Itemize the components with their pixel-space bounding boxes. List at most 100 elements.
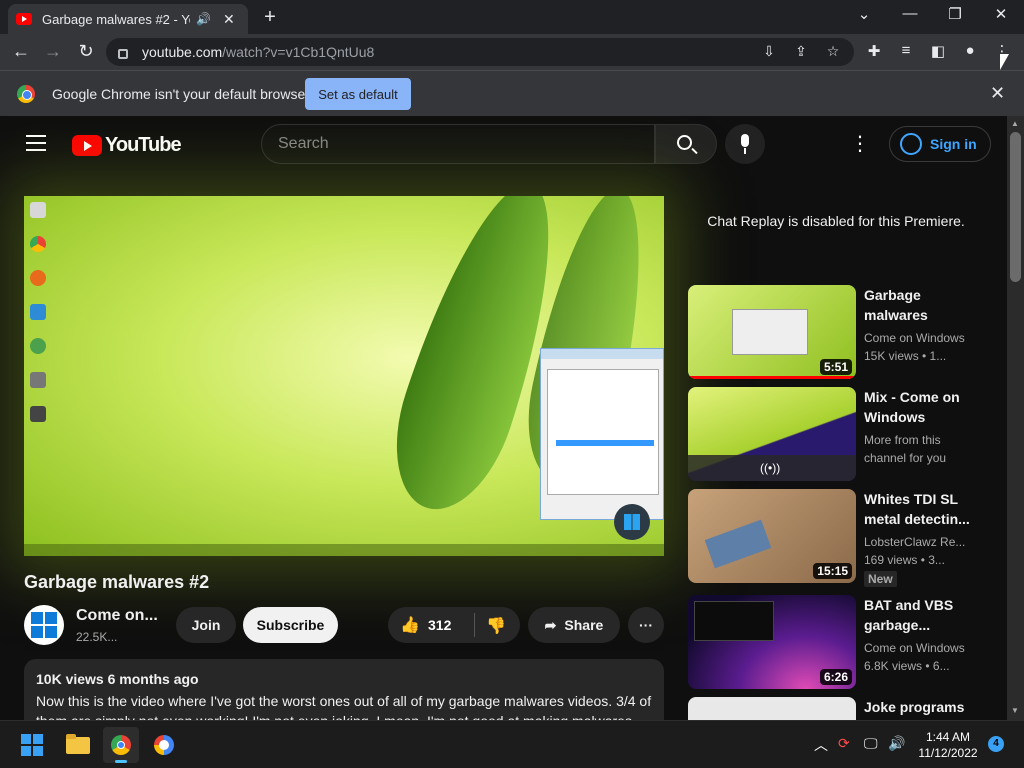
desktop-app-icon bbox=[30, 338, 46, 354]
voice-search-button[interactable] bbox=[725, 124, 765, 164]
back-button[interactable]: ← bbox=[10, 41, 32, 62]
video-duration: 5:51 bbox=[819, 359, 852, 375]
recommendation-thumbnail[interactable]: 15:15 bbox=[688, 489, 856, 583]
volume-icon[interactable]: 🔊 bbox=[888, 735, 905, 752]
desktop-app-icon bbox=[30, 270, 46, 286]
user-circle-icon bbox=[900, 133, 922, 155]
url-path: /watch?v=v1Cb1QntUu8 bbox=[222, 44, 375, 60]
recommendation-meta: 6.8K views • 6... bbox=[864, 659, 950, 673]
youtube-page: YouTube ⋮ Sign in Garbage malwares #2 Co… bbox=[0, 116, 1007, 720]
recommendation-item[interactable]: Joke programs bbox=[688, 697, 988, 720]
youtube-logo[interactable]: YouTube bbox=[72, 134, 182, 157]
channel-avatar[interactable] bbox=[24, 605, 64, 645]
properties-window bbox=[540, 348, 664, 520]
recommendation-channel: Come on Windows bbox=[864, 331, 965, 345]
profile-icon[interactable]: ● bbox=[960, 42, 980, 59]
chrome-taskbar-icon[interactable] bbox=[103, 727, 139, 763]
recommendation-thumbnail[interactable]: 5:51 bbox=[688, 285, 856, 379]
browser-tab[interactable]: Garbage malwares #2 - YouTube 🔊 ✕ bbox=[8, 4, 248, 34]
recommendation-item[interactable]: 15:15 Whites TDI SL metal detectin... Lo… bbox=[688, 489, 988, 587]
windows-logo-icon bbox=[31, 612, 57, 638]
sync-update-icon[interactable]: ⟳ bbox=[838, 735, 850, 752]
settings-kebab-icon[interactable]: ⋮ bbox=[850, 132, 870, 156]
recommendation-title[interactable]: BAT and VBS garbage... bbox=[864, 595, 984, 635]
new-tab-button[interactable]: + bbox=[258, 6, 282, 29]
side-panel-icon[interactable]: ◧ bbox=[928, 42, 948, 60]
video-taskbar-strip bbox=[24, 544, 664, 556]
desktop-app-icon bbox=[30, 304, 46, 320]
url-host: youtube.com bbox=[142, 44, 223, 60]
file-explorer-icon[interactable] bbox=[60, 727, 96, 763]
tab-search-chevron-icon[interactable]: ⌄ bbox=[852, 5, 876, 23]
recommendation-item[interactable]: ((•)) Mix - Come on Windows More from th… bbox=[688, 387, 988, 481]
hamburger-menu-icon[interactable] bbox=[26, 135, 46, 151]
notification-count-badge[interactable]: 4 bbox=[988, 736, 1004, 752]
recommendation-thumbnail[interactable] bbox=[688, 697, 856, 720]
recommendation-thumbnail[interactable]: ((•)) bbox=[688, 387, 856, 481]
share-label: Share bbox=[564, 617, 604, 633]
infobar-close-icon[interactable]: ✕ bbox=[990, 83, 1005, 104]
share-arrow-icon: ➦ bbox=[544, 616, 557, 633]
recommendation-channel: Come on Windows bbox=[864, 641, 965, 655]
taskbar-clock[interactable]: 1:44 AM 11/12/2022 bbox=[912, 729, 984, 761]
tab-close-icon[interactable]: ✕ bbox=[223, 11, 235, 28]
chrome-logo-icon bbox=[17, 85, 35, 103]
scroll-down-icon[interactable]: ▼ bbox=[1011, 706, 1019, 715]
subscribe-button[interactable]: Subscribe bbox=[243, 607, 338, 643]
channel-watermark-icon[interactable] bbox=[614, 504, 650, 540]
reload-button[interactable]: ↻ bbox=[75, 41, 97, 62]
address-bar[interactable]: youtube.com/watch?v=v1Cb1QntUu8 bbox=[106, 38, 854, 66]
extensions-puzzle-icon[interactable]: ✚ bbox=[864, 42, 884, 60]
lock-icon[interactable] bbox=[118, 49, 128, 59]
scroll-up-icon[interactable]: ▲ bbox=[1011, 119, 1019, 128]
recommendation-title[interactable]: Whites TDI SL metal detectin... bbox=[864, 489, 984, 529]
video-title: Garbage malwares #2 bbox=[24, 572, 210, 592]
restore-button[interactable]: ❐ bbox=[943, 5, 967, 23]
start-button[interactable] bbox=[14, 727, 50, 763]
microphone-icon bbox=[741, 134, 749, 147]
close-window-button[interactable]: ✕ bbox=[989, 5, 1013, 23]
video-description[interactable]: 10K views 6 months ago Now this is the v… bbox=[24, 659, 664, 720]
channel-name[interactable]: Come on... bbox=[76, 607, 158, 625]
join-button[interactable]: Join bbox=[176, 607, 236, 643]
desktop-app-icon bbox=[30, 372, 46, 388]
bookmark-star-icon[interactable]: ☆ bbox=[824, 43, 842, 60]
recommendation-meta: 169 views • 3... bbox=[864, 553, 945, 567]
install-app-icon[interactable]: ⇩ bbox=[760, 43, 778, 60]
forward-button[interactable]: → bbox=[42, 41, 64, 62]
views-and-age: 10K views 6 months ago bbox=[36, 671, 199, 687]
sign-in-button[interactable]: Sign in bbox=[889, 126, 991, 162]
search-button[interactable] bbox=[655, 124, 717, 164]
new-badge: New bbox=[864, 571, 897, 587]
set-as-default-button[interactable]: Set as default bbox=[305, 78, 411, 110]
infobar-message: Google Chrome isn't your default browser bbox=[52, 86, 310, 102]
clock-time: 1:44 AM bbox=[925, 730, 971, 744]
like-dislike-group: 👍 312 👎 bbox=[388, 607, 520, 643]
thumbs-up-icon[interactable]: 👍 bbox=[400, 615, 420, 635]
show-hidden-icons-chevron[interactable]: ︿ bbox=[814, 735, 828, 755]
more-actions-button[interactable]: ··· bbox=[628, 607, 664, 643]
recommendation-item[interactable]: 5:51 Garbage malwares Come on Windows 15… bbox=[688, 285, 988, 379]
browser-shield-icon[interactable] bbox=[146, 727, 182, 763]
recommendation-title[interactable]: Joke programs bbox=[864, 697, 984, 717]
recommendation-title[interactable]: Garbage malwares bbox=[864, 285, 984, 325]
search-input[interactable] bbox=[261, 124, 655, 164]
sign-in-label: Sign in bbox=[930, 136, 977, 152]
recommendation-item[interactable]: 6:26 BAT and VBS garbage... Come on Wind… bbox=[688, 595, 988, 689]
media-queue-icon[interactable]: ≡ bbox=[896, 42, 916, 59]
speaker-icon[interactable]: 🔊 bbox=[196, 12, 211, 26]
recommendation-thumbnail[interactable]: 6:26 bbox=[688, 595, 856, 689]
page-scrollbar[interactable]: ▲ ▼ bbox=[1007, 116, 1024, 720]
scrollbar-thumb[interactable] bbox=[1010, 132, 1021, 282]
windows-taskbar: ︿ ⟳ 🖵 🔊 1:44 AM 11/12/2022 4 bbox=[0, 720, 1024, 768]
share-button[interactable]: ➦ Share bbox=[528, 607, 620, 643]
video-player[interactable] bbox=[24, 196, 664, 556]
like-count[interactable]: 312 bbox=[428, 617, 451, 633]
recommendation-title[interactable]: Mix - Come on Windows bbox=[864, 387, 984, 427]
thumbs-down-icon[interactable]: 👎 bbox=[486, 616, 506, 636]
network-icon[interactable]: 🖵 bbox=[864, 735, 878, 752]
minimize-button[interactable]: — bbox=[898, 5, 922, 22]
description-text: Now this is the video where I've got the… bbox=[36, 693, 652, 720]
share-page-icon[interactable]: ⇪ bbox=[792, 43, 810, 60]
desktop-app-icon bbox=[30, 406, 46, 422]
